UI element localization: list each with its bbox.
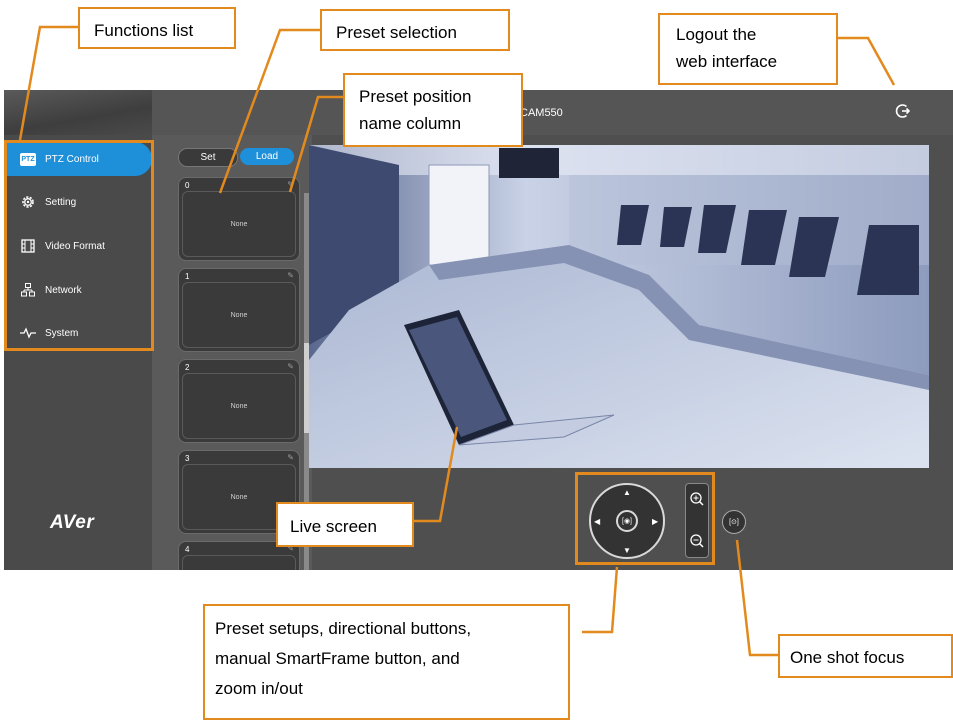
set-button[interactable]: Set: [178, 148, 238, 167]
live-video-frame: [309, 145, 929, 468]
leader-logout: [838, 36, 896, 86]
callout-logout: Logout the web interface: [658, 13, 838, 85]
callout-text: Functions list: [94, 21, 194, 40]
preset-number: 2: [185, 363, 190, 372]
callout-text: name column: [359, 114, 462, 134]
controls-highlight: [575, 472, 715, 565]
preset-name: None: [182, 282, 296, 348]
load-button[interactable]: Load: [240, 148, 294, 165]
callout-text: Live screen: [290, 517, 377, 536]
callout-text: Preset setups, directional buttons,: [215, 619, 472, 638]
preset-name: None: [182, 373, 296, 439]
preset-number: 4: [185, 545, 190, 554]
one-shot-focus-button[interactable]: [⊙]: [722, 510, 746, 534]
pencil-icon[interactable]: ✎: [287, 271, 294, 280]
callout-live-screen: Live screen: [276, 502, 414, 547]
callout-text: web interface: [676, 52, 778, 72]
preset-number: 0: [185, 181, 190, 190]
preset-card[interactable]: 1 ✎ None: [178, 268, 300, 352]
pencil-icon[interactable]: ✎: [287, 453, 294, 462]
callout-controls: Preset setups, directional buttons, manu…: [203, 604, 570, 720]
preset-name: None: [182, 191, 296, 257]
preset-card[interactable]: 0 ✎ None: [178, 177, 300, 261]
leader-controls: [582, 566, 619, 634]
callout-text: One shot focus: [790, 648, 905, 667]
preset-card[interactable]: 2 ✎ None: [178, 359, 300, 443]
sidebar-header: [4, 90, 152, 135]
top-bar: CAM550: [152, 90, 953, 135]
callout-preset-selection: Preset selection: [320, 9, 510, 51]
callout-text: zoom in/out: [215, 678, 303, 698]
pencil-icon[interactable]: ✎: [287, 362, 294, 371]
callout-functions-list: Functions list: [78, 7, 236, 49]
camera-name: CAM550: [520, 107, 563, 119]
callout-text: Preset selection: [336, 23, 457, 42]
callout-text: Preset position: [359, 87, 472, 106]
callout-text: manual SmartFrame button, and: [215, 648, 460, 668]
live-screen: [309, 145, 929, 468]
preset-name: [182, 555, 296, 570]
logout-icon[interactable]: [894, 102, 912, 120]
callout-one-shot-focus: One shot focus: [778, 634, 953, 678]
callout-preset-name-column: Preset position name column: [343, 73, 523, 147]
preset-number: 1: [185, 272, 190, 281]
pencil-icon[interactable]: ✎: [287, 180, 294, 189]
preset-number: 3: [185, 454, 190, 463]
callout-text: Logout the: [676, 25, 757, 44]
functions-highlight: [4, 140, 154, 351]
aver-logo: AVer: [50, 512, 95, 533]
